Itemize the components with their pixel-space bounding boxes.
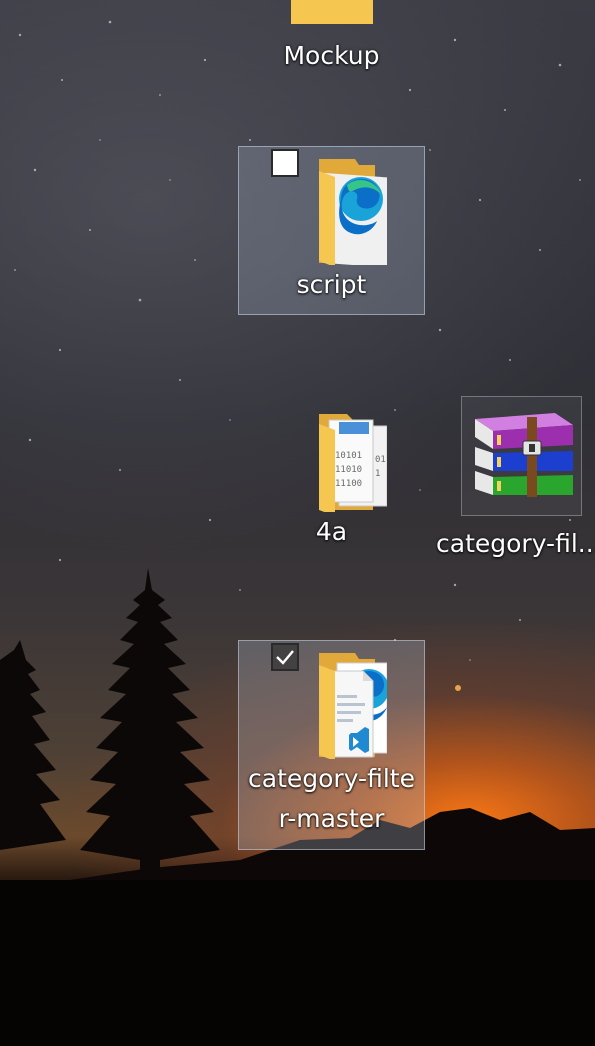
desktop-icon-script[interactable]: script	[238, 146, 425, 315]
svg-text:01: 01	[375, 455, 386, 465]
checkmark-icon	[276, 650, 294, 665]
icon-label: 4a	[315, 517, 348, 546]
svg-text:10101: 10101	[335, 451, 362, 461]
folder-icon	[277, 0, 387, 36]
selection-checkbox[interactable]	[271, 149, 299, 177]
icon-label-line2: r-master	[278, 804, 385, 833]
icon-label: script	[296, 270, 367, 299]
icon-label-category-fil: category-fil...	[436, 529, 595, 558]
svg-text:11010: 11010	[335, 465, 362, 475]
folder-binary-icon: 10101 11010 11100 01 1	[277, 402, 387, 516]
desktop-icon-category-filter-archive[interactable]	[461, 396, 582, 516]
desktop-icon-mockup[interactable]: Mockup	[238, 0, 425, 70]
icon-label: Mockup	[283, 41, 380, 70]
selection-checkbox-checked[interactable]	[271, 643, 299, 671]
desktop[interactable]: Mockup script 1 0101 11010 11100 01 1 4a …	[0, 0, 595, 1046]
icon-label-line1: category-filte	[248, 764, 415, 793]
desktop-icon-category-filter-master[interactable]: category-filte r-master	[238, 640, 425, 850]
winrar-archive-icon	[467, 401, 577, 511]
desktop-icon-4a[interactable]: 10101 11010 11100 01 1 4a	[238, 394, 425, 563]
svg-text:11100: 11100	[335, 479, 362, 489]
svg-text:1: 1	[375, 469, 380, 479]
